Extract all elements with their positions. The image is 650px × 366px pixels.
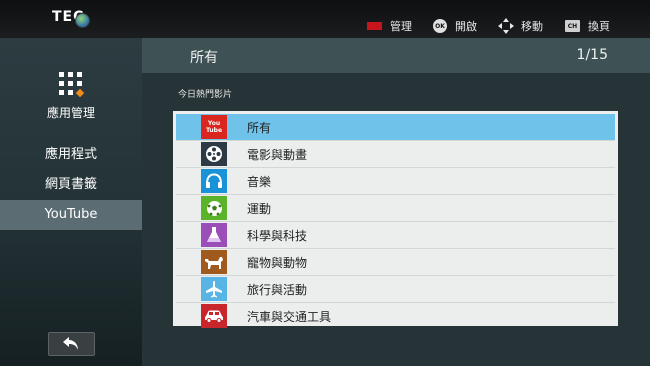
brand-logo: TEC (50, 7, 90, 33)
sidebar-item-apps[interactable]: 應用程式 (0, 140, 142, 170)
sidebar-item-bookmarks[interactable]: 網頁書籤 (0, 170, 142, 200)
app-grid-icon (59, 72, 85, 98)
category-label: 運動 (247, 201, 272, 216)
globe-icon (75, 13, 90, 28)
sidebar-item-youtube[interactable]: YouTube (0, 200, 142, 230)
category-label: 寵物與動物 (247, 255, 308, 270)
section-label: 今日熱門影片 (178, 90, 233, 100)
soccer-ball-icon (201, 196, 227, 220)
sidebar: 應用管理 應用程式 網頁書籤 YouTube (0, 38, 142, 366)
hint-page: CH 換頁 (565, 19, 610, 33)
flask-icon (201, 223, 227, 247)
dog-icon (201, 250, 227, 274)
category-label: 所有 (247, 120, 272, 135)
hint-page-label: 換頁 (588, 20, 610, 33)
airplane-icon (201, 277, 227, 301)
category-row-autos[interactable]: 汽車與交通工具 (176, 302, 615, 329)
top-bar: TEC 管理 OK 開啟 移動 CH 換頁 (0, 0, 650, 38)
hint-open: OK 開啟 (433, 19, 477, 33)
category-row-all[interactable]: You Tube 所有 (176, 114, 615, 140)
ch-key-icon: CH (565, 20, 580, 32)
category-label: 音樂 (247, 174, 272, 189)
hint-open-label: 開啟 (455, 20, 477, 33)
back-arrow-icon (63, 337, 78, 350)
category-row-music[interactable]: 音樂 (176, 167, 615, 194)
category-label: 科學與科技 (247, 228, 308, 243)
category-label: 電影與動畫 (247, 147, 308, 162)
main-panel: 所有 1/15 今日熱門影片 You Tube 所有 電影與動畫 音樂 運動 科… (142, 38, 650, 366)
sidebar-title: 應用管理 (46, 106, 95, 120)
headphones-icon (201, 169, 227, 193)
car-icon (201, 304, 227, 328)
hint-manage: 管理 (367, 19, 412, 33)
category-row-sports[interactable]: 運動 (176, 194, 615, 221)
category-label: 旅行與活動 (247, 282, 308, 297)
dpad-icon (498, 18, 514, 34)
category-row-travel[interactable]: 旅行與活動 (176, 275, 615, 302)
youtube-icon-text: You Tube (205, 120, 223, 134)
main-header: 所有 1/15 (142, 38, 650, 73)
hint-manage-label: 管理 (390, 20, 412, 33)
category-list: You Tube 所有 電影與動畫 音樂 運動 科學與科技 寵物與動物 旅行與活… (173, 111, 618, 329)
film-reel-icon (201, 142, 227, 166)
page-indicator: 1/15 (576, 47, 608, 63)
category-label: 汽車與交通工具 (247, 309, 332, 324)
category-row-pets[interactable]: 寵物與動物 (176, 248, 615, 275)
hint-move-label: 移動 (521, 20, 543, 33)
hint-move: 移動 (498, 18, 543, 34)
category-row-science[interactable]: 科學與科技 (176, 221, 615, 248)
youtube-icon: You Tube (201, 115, 227, 139)
red-key-icon (367, 22, 382, 30)
ok-key-icon: OK (433, 19, 447, 33)
back-button[interactable] (48, 332, 95, 356)
page-title: 所有 (190, 50, 218, 66)
category-row-film[interactable]: 電影與動畫 (176, 140, 615, 167)
